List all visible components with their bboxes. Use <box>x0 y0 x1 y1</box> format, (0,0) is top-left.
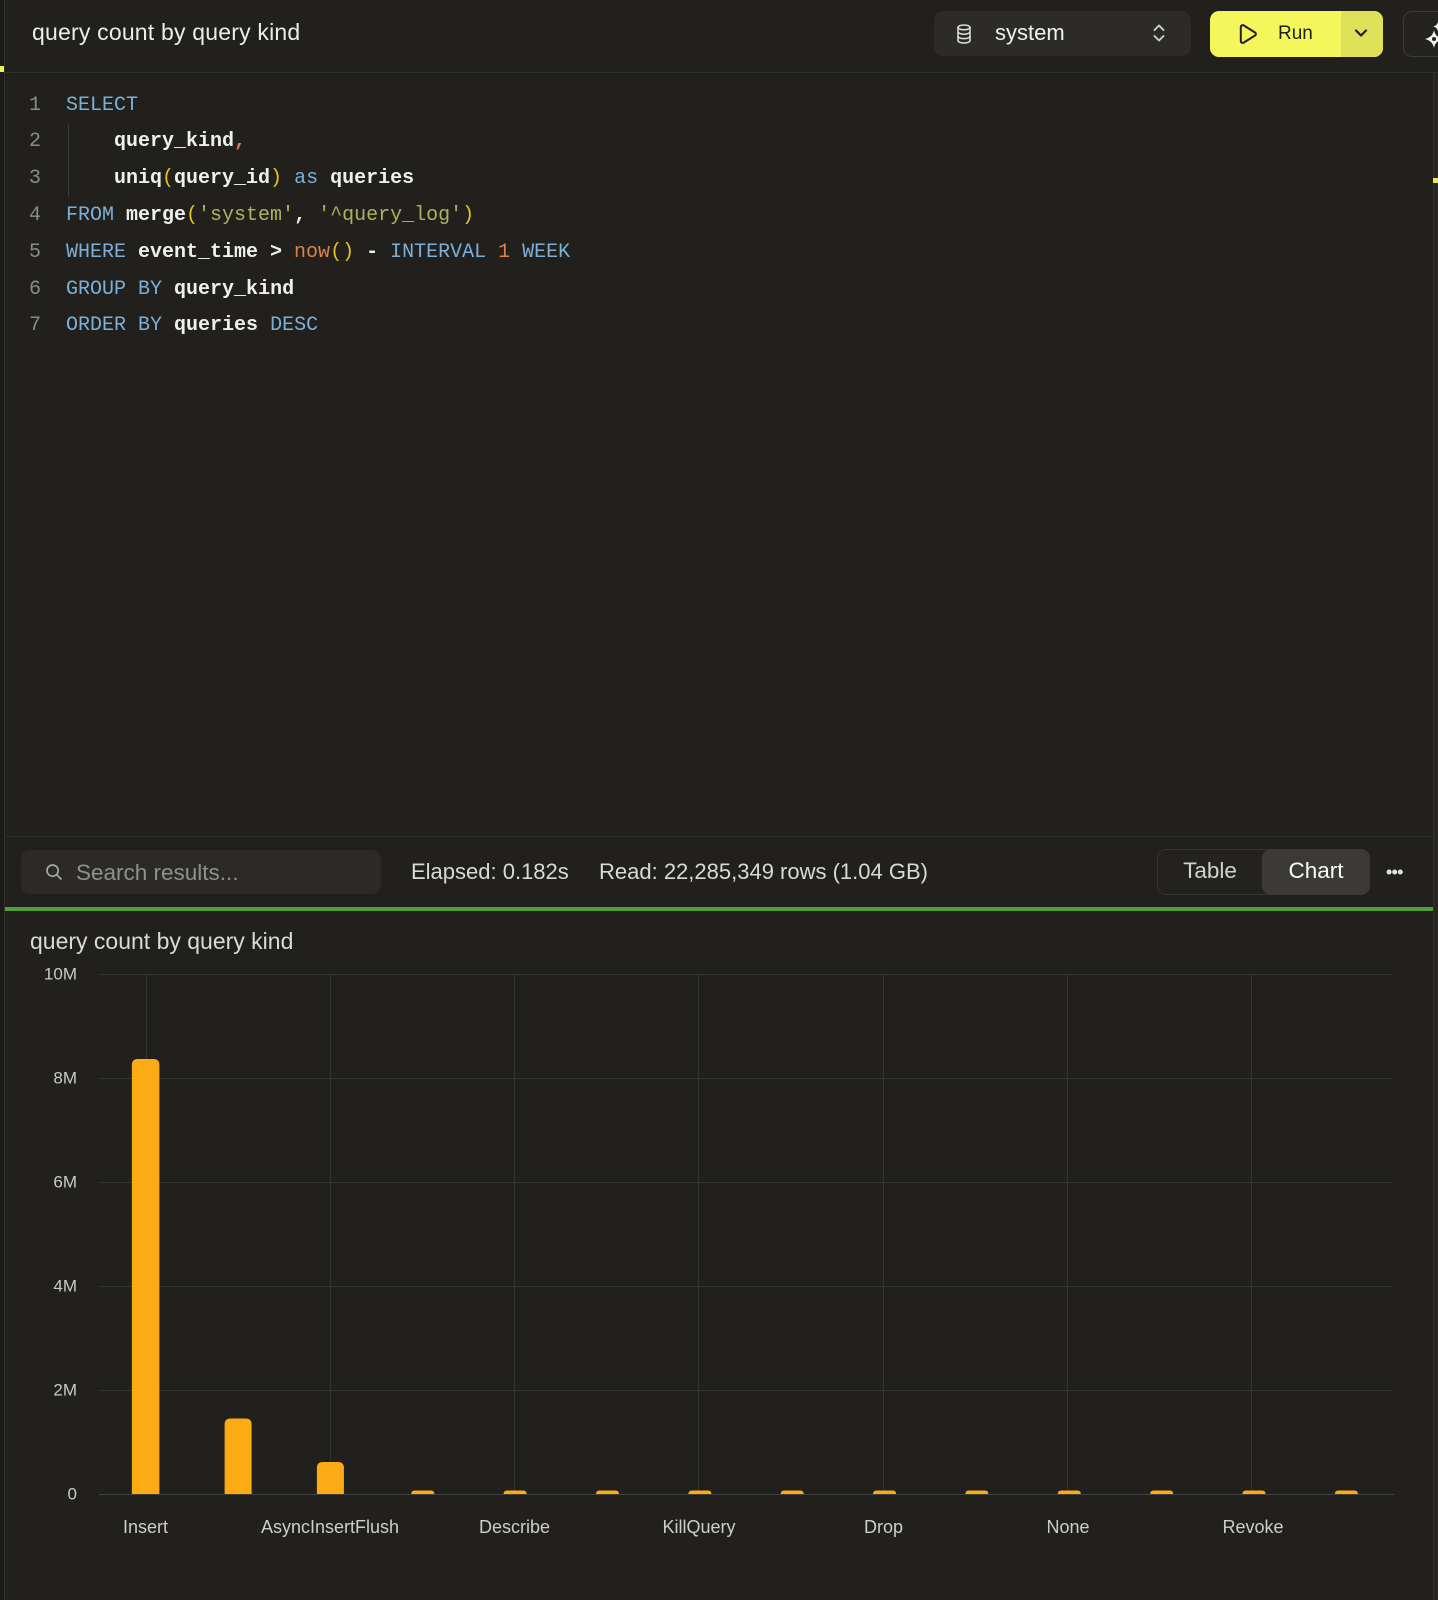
svg-text:6M: 6M <box>53 1173 77 1192</box>
svg-text:2M: 2M <box>53 1381 77 1400</box>
svg-text:None: None <box>1046 1517 1089 1537</box>
svg-text:Insert: Insert <box>123 1517 168 1537</box>
svg-text:0: 0 <box>68 1485 77 1504</box>
svg-text:Describe: Describe <box>479 1517 550 1537</box>
svg-text:Drop: Drop <box>864 1517 903 1537</box>
svg-text:Revoke: Revoke <box>1222 1517 1283 1537</box>
svg-text:KillQuery: KillQuery <box>662 1517 735 1537</box>
svg-text:10M: 10M <box>44 965 77 984</box>
svg-text:8M: 8M <box>53 1069 77 1088</box>
svg-text:AsyncInsertFlush: AsyncInsertFlush <box>261 1517 399 1537</box>
svg-text:4M: 4M <box>53 1277 77 1296</box>
